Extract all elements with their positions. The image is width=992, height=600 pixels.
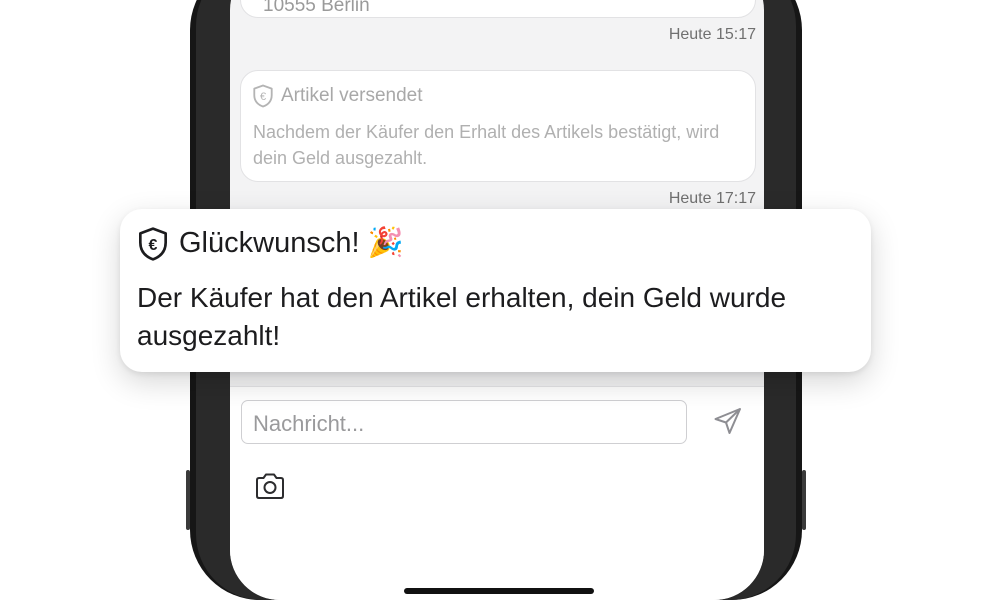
previous-message-text: 10555 Berlin [263,0,370,16]
notification-title: Glückwunsch! 🎉 [179,227,404,259]
status-card-shipped: € Artikel versendet Nachdem der Käufer d… [240,70,756,182]
svg-text:€: € [260,91,266,103]
message-timestamp: Heute 15:17 [668,26,756,43]
status-card-body: Nachdem der Käufer den Erhalt des Artike… [253,122,720,168]
camera-icon[interactable] [254,471,286,501]
message-timestamp: Heute 17:17 [668,190,756,207]
side-button [186,470,190,530]
euro-shield-icon: € [139,227,167,261]
side-button [802,470,806,530]
home-indicator[interactable] [404,588,594,594]
status-card-title: Artikel versendet [281,85,423,106]
success-notification[interactable]: € Glückwunsch! 🎉 Der Käufer hat den Arti… [120,209,871,372]
message-input-placeholder: Nachricht... [253,411,365,436]
euro-shield-icon: € [253,84,273,108]
message-composer: Nachricht... [230,386,764,600]
message-input[interactable]: Nachricht... [241,400,687,444]
previous-message-card: 10555 Berlin [240,0,756,18]
svg-text:€: € [149,237,158,254]
notification-body: Der Käufer hat den Artikel erhalten, dei… [137,282,787,351]
send-icon[interactable] [712,405,744,437]
